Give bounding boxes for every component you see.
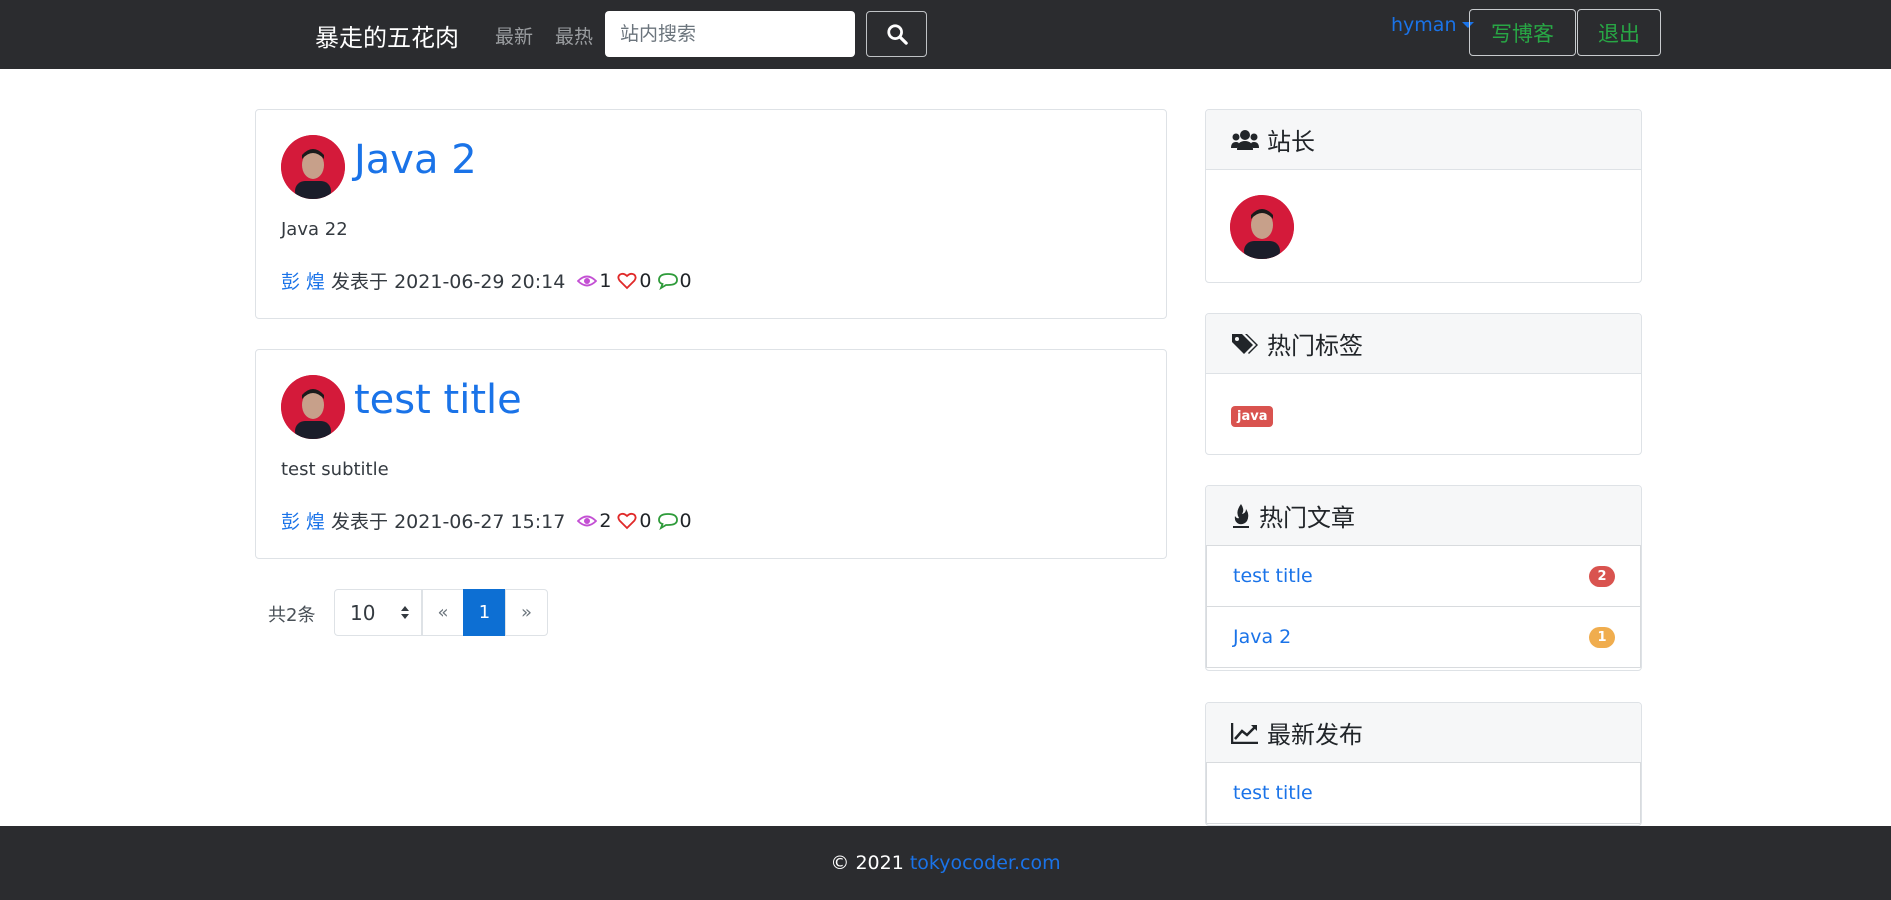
hot-tags-title: 热门标签 [1267,332,1363,360]
views-count: 1 [599,269,612,292]
page-size-value: 10 [350,600,376,625]
latest-title: 最新发布 [1267,721,1363,749]
owner-avatar[interactable] [1230,195,1294,259]
heart-icon [617,512,637,529]
logout-button[interactable]: 退出 [1577,9,1661,56]
nav-hot-link[interactable]: 最热 [555,22,593,49]
views-count: 2 [599,509,612,532]
comment-icon [657,272,678,290]
post-title-link[interactable]: test title [354,377,522,423]
copyright-text: © 2021 [830,852,904,874]
post-card: Java 2 Java 22 彭 煌 发表于 2021-06-29 20:14 … [255,109,1167,319]
comments-count: 0 [679,269,692,292]
tag-badge[interactable]: java [1231,406,1274,427]
likes-stat: 0 [617,509,652,532]
published-date: 发表于 2021-06-27 15:17 [331,511,566,533]
top-navbar: 暴走的五花肉 最新 最热 hyman 写博客 退出 [0,0,1891,69]
comments-stat: 0 [657,269,692,292]
hot-articles-header: 热门文章 [1206,486,1641,546]
comment-icon [657,512,678,530]
page-1-button[interactable]: 1 [463,589,506,636]
latest-article-item[interactable]: test title [1206,762,1641,824]
user-dropdown[interactable]: hyman [1391,14,1475,36]
eye-icon [577,515,598,526]
tags-icon [1232,333,1258,354]
latest-panel: 最新发布 test title [1205,702,1642,826]
select-arrows-icon [401,606,409,619]
hot-articles-title: 热门文章 [1259,504,1355,532]
author-link[interactable]: 彭 煌 [281,507,325,534]
likes-count: 0 [639,509,652,532]
post-meta: 彭 煌 发表于 2021-06-27 15:17 2 0 0 [281,507,698,534]
comments-count: 0 [679,509,692,532]
footer-link[interactable]: tokyocoder.com [910,852,1061,874]
page-size-select[interactable]: 10 [334,589,422,636]
post-title-link[interactable]: Java 2 [354,137,477,183]
hot-tags-header: 热门标签 [1206,314,1641,374]
hot-tags-panel: 热门标签 java [1205,313,1642,455]
latest-header: 最新发布 [1206,703,1641,763]
hot-article-count: 1 [1589,626,1615,648]
likes-stat: 0 [617,269,652,292]
author-avatar[interactable] [281,135,345,199]
prev-page-button[interactable]: « [422,589,464,636]
chart-line-icon [1231,722,1258,744]
owner-panel-title: 站长 [1267,128,1315,156]
post-card: test title test subtitle 彭 煌 发表于 2021-06… [255,349,1167,559]
user-name: hyman [1391,14,1457,36]
search-input[interactable] [605,11,855,57]
views-stat: 2 [577,510,611,532]
latest-article-title: test title [1233,782,1313,804]
next-page-button[interactable]: » [505,589,548,636]
hot-article-item[interactable]: test title 2 [1206,545,1641,607]
author-link[interactable]: 彭 煌 [281,267,325,294]
heart-icon [617,272,637,289]
hot-article-count: 2 [1589,565,1615,587]
search-button[interactable] [866,11,927,57]
hot-article-title: Java 2 [1233,626,1292,648]
hot-articles-panel: 热门文章 test title 2 Java 2 1 [1205,485,1642,671]
comments-stat: 0 [657,509,692,532]
author-avatar[interactable] [281,375,345,439]
owner-panel: 站长 [1205,109,1642,283]
eye-icon [577,275,598,286]
post-meta: 彭 煌 发表于 2021-06-29 20:14 1 0 0 [281,267,698,294]
fire-icon [1233,503,1249,528]
views-stat: 1 [577,270,611,292]
published-date: 发表于 2021-06-29 20:14 [331,271,566,293]
search-icon [886,24,908,45]
owner-panel-header: 站长 [1206,110,1641,170]
write-blog-button[interactable]: 写博客 [1469,9,1576,56]
hot-article-title: test title [1233,565,1313,587]
post-subtitle: test subtitle [281,459,389,480]
nav-latest-link[interactable]: 最新 [495,22,533,49]
hot-article-item[interactable]: Java 2 1 [1206,606,1641,668]
users-icon [1231,129,1259,150]
post-subtitle: Java 22 [281,219,348,240]
footer: © 2021 tokyocoder.com [0,826,1891,900]
total-count: 共2条 [268,605,316,626]
brand-title[interactable]: 暴走的五花肉 [315,18,459,53]
likes-count: 0 [639,269,652,292]
